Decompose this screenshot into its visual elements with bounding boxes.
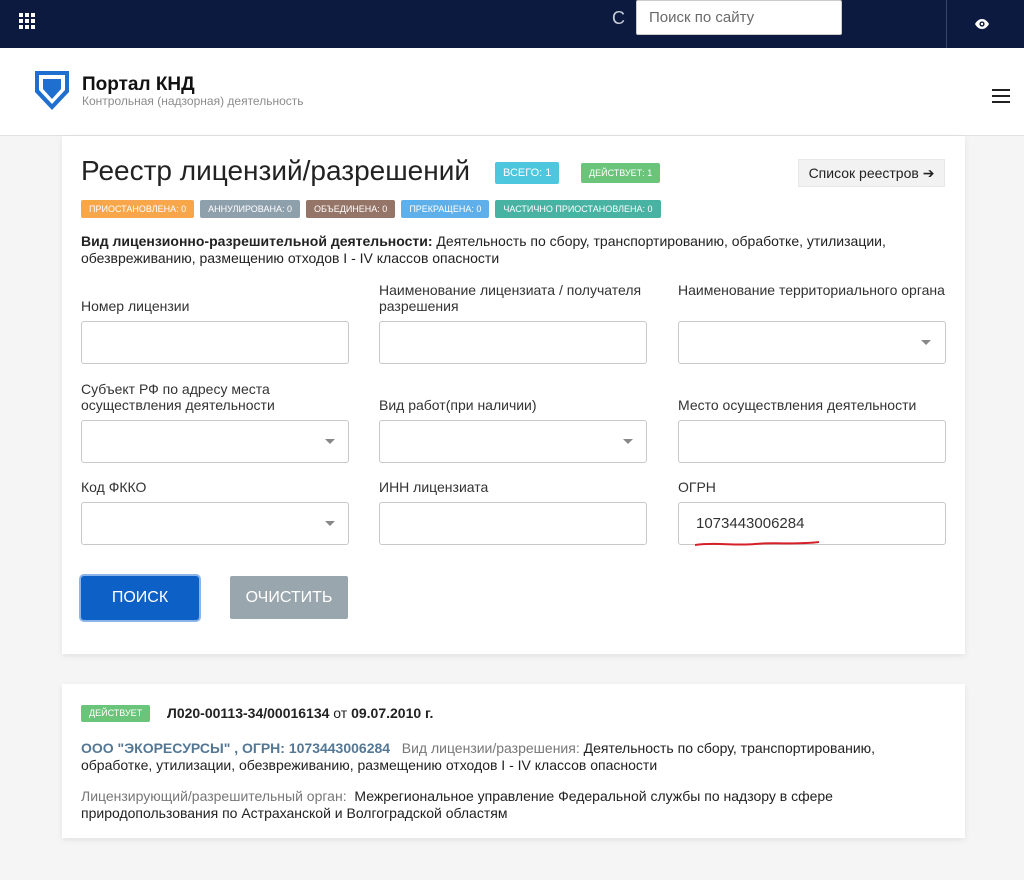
territorial-body-select[interactable] bbox=[678, 321, 946, 364]
site-subtitle: Контрольная (надзорная) деятельность bbox=[82, 94, 304, 108]
spellcheck-underline bbox=[695, 541, 819, 546]
registry-list-button[interactable]: Список реестров ➔ bbox=[798, 159, 945, 187]
eye-icon[interactable] bbox=[974, 16, 990, 32]
activity-type: Вид лицензионно-разрешительной деятельно… bbox=[81, 233, 941, 267]
fkko-code-label: Код ФККО bbox=[81, 479, 147, 495]
registry-search-card: Реестр лицензий/разрешений ВСЕГО: 1 ДЕЙС… bbox=[62, 136, 965, 654]
license-number: Л020-00113-34/00016134 bbox=[167, 705, 330, 721]
license-date: 09.07.2010 г. bbox=[351, 705, 434, 721]
ogrn-label: ОГРН bbox=[678, 479, 716, 495]
subject-rf-select[interactable] bbox=[81, 420, 349, 463]
activity-place-label: Место осуществления деятельности bbox=[678, 397, 917, 413]
apps-grid-icon[interactable] bbox=[19, 13, 35, 29]
result-org-line: ООО "ЭКОРЕСУРСЫ" , ОГРН: 1073443006284 В… bbox=[81, 740, 941, 774]
license-number-input[interactable] bbox=[81, 321, 349, 364]
hamburger-menu-icon[interactable] bbox=[992, 89, 1010, 103]
page-title: Реестр лицензий/разрешений bbox=[81, 155, 470, 186]
top-divider bbox=[946, 0, 947, 48]
result-license-number[interactable]: Л020-00113-34/00016134 от 09.07.2010 г. bbox=[167, 705, 433, 721]
territorial-body-label: Наименование территориального органа bbox=[678, 282, 945, 298]
active-badge: ДЕЙСТВУЕТ: 1 bbox=[581, 163, 661, 183]
subject-rf-label: Субъект РФ по адресу места осуществления… bbox=[81, 381, 275, 413]
site-header: Портал КНД Контрольная (надзорная) деяте… bbox=[0, 48, 1024, 136]
chevron-down-icon bbox=[921, 340, 931, 345]
search-icon: С bbox=[612, 8, 625, 28]
inn-label: ИНН лицензиата bbox=[379, 479, 489, 495]
search-button[interactable]: ПОИСК bbox=[81, 576, 199, 620]
status-badge-terminated: ПРЕКРАЩЕНА: 0 bbox=[401, 200, 490, 218]
status-badge-partially-suspended: ЧАСТИЧНО ПРИОСТАНОВЛЕНА: 0 bbox=[495, 200, 661, 218]
top-bar: С bbox=[0, 0, 1024, 48]
status-badge-suspended: ПРИОСТАНОВЛЕНА: 0 bbox=[81, 200, 195, 218]
result-status-badge: ДЕЙСТВУЕТ bbox=[81, 705, 151, 722]
chevron-down-icon bbox=[325, 439, 335, 444]
licensee-name-input[interactable] bbox=[379, 321, 647, 364]
result-authority-line: Лицензирующий/разрешительный орган: Межр… bbox=[81, 788, 941, 822]
activity-place-input[interactable] bbox=[678, 420, 946, 463]
from-word: от bbox=[329, 705, 352, 721]
result-item: ДЕЙСТВУЕТ Л020-00113-34/00016134 от 09.0… bbox=[62, 684, 965, 838]
chevron-down-icon bbox=[623, 439, 633, 444]
shield-logo-icon[interactable] bbox=[34, 70, 70, 112]
clear-button[interactable]: ОЧИСТИТЬ bbox=[230, 576, 348, 619]
result-org-link[interactable]: ООО "ЭКОРЕСУРСЫ" , ОГРН: 1073443006284 bbox=[81, 740, 390, 756]
total-badge: ВСЕГО: 1 bbox=[495, 162, 560, 184]
work-type-select[interactable] bbox=[379, 420, 647, 463]
activity-type-label: Вид лицензионно-разрешительной деятельно… bbox=[81, 233, 433, 249]
work-type-label: Вид работ(при наличии) bbox=[379, 397, 537, 413]
status-badge-annulled: АННУЛИРОВАНА: 0 bbox=[200, 200, 300, 218]
chevron-down-icon bbox=[325, 521, 335, 526]
site-title[interactable]: Портал КНД bbox=[82, 74, 195, 96]
result-kind-label: Вид лицензии/разрешения: bbox=[401, 740, 580, 756]
fkko-code-select[interactable] bbox=[81, 502, 349, 545]
status-badges: ПРИОСТАНОВЛЕНА: 0 АННУЛИРОВАНА: 0 ОБЪЕДИНЕ… bbox=[81, 199, 667, 218]
result-authority-label: Лицензирующий/разрешительный орган: bbox=[81, 788, 347, 804]
status-badge-merged: ОБЪЕДИНЕНА: 0 bbox=[306, 200, 396, 218]
site-search-input[interactable] bbox=[636, 0, 842, 35]
inn-input[interactable] bbox=[379, 502, 647, 545]
license-number-label: Номер лицензии bbox=[81, 298, 190, 314]
ogrn-input[interactable] bbox=[678, 502, 946, 545]
licensee-name-label: Наименование лицензиата / получателя раз… bbox=[379, 282, 642, 314]
